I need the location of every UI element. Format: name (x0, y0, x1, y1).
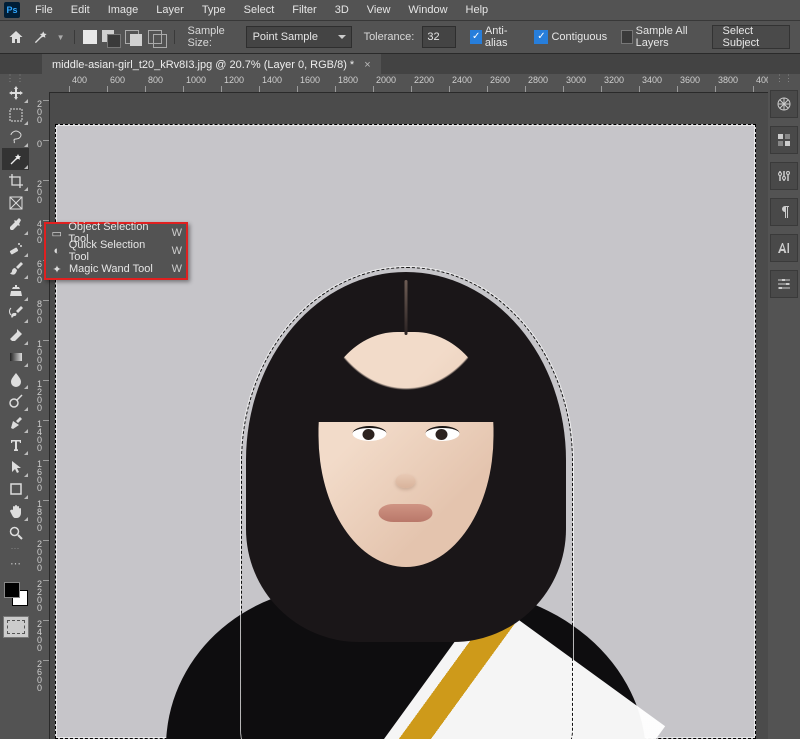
object-selection-icon: ▭ (50, 226, 63, 240)
sample-size-dropdown[interactable]: Point Sample (246, 26, 352, 48)
new-selection-icon[interactable] (83, 30, 97, 44)
menu-help[interactable]: Help (457, 4, 498, 16)
vertical-ruler[interactable]: 2000200400600800100012001400160018002000… (31, 92, 50, 739)
canvas[interactable] (55, 124, 756, 739)
swatches-panel-icon[interactable] (770, 126, 798, 154)
adjustments-panel-icon[interactable] (770, 162, 798, 190)
select-subject-button[interactable]: Select Subject (712, 25, 791, 49)
zoom-tool[interactable] (2, 522, 29, 544)
intersect-selection-icon[interactable] (148, 30, 166, 44)
pen-tool[interactable] (2, 412, 29, 434)
clone-stamp-tool[interactable] (2, 280, 29, 302)
foreground-background-swatch[interactable] (2, 580, 30, 608)
options-bar: ▼ Sample Size: Point Sample Tolerance: 3… (0, 21, 800, 54)
healing-brush-tool[interactable] (2, 236, 29, 258)
paragraph-panel-icon[interactable] (770, 198, 798, 226)
flyout-quick-selection[interactable]: ◐ Quick Selection Tool W (46, 242, 186, 260)
menu-layer[interactable]: Layer (147, 4, 193, 16)
color-panel-icon[interactable] (770, 90, 798, 118)
add-to-selection-icon[interactable] (102, 30, 120, 44)
menu-edit[interactable]: Edit (62, 4, 99, 16)
path-selection-tool[interactable] (2, 456, 29, 478)
gradient-tool[interactable] (2, 346, 29, 368)
dodge-tool[interactable] (2, 390, 29, 412)
document-tab-bar: middle-asian-girl_t20_kRv8I3.jpg @ 20.7%… (0, 54, 800, 76)
sample-size-label: Sample Size: (187, 25, 239, 49)
close-tab-icon[interactable]: × (364, 59, 370, 71)
toolbar-grip-icon[interactable]: ⋮⋮ (0, 74, 31, 82)
frame-tool[interactable] (2, 192, 29, 214)
brush-tool[interactable] (2, 258, 29, 280)
subtract-from-selection-icon[interactable] (125, 30, 143, 44)
magic-wand-tool[interactable] (2, 148, 29, 170)
dock-grip-icon[interactable]: ⋮⋮ (768, 74, 800, 82)
document-tab-label: middle-asian-girl_t20_kRv8I3.jpg @ 20.7%… (52, 59, 354, 71)
move-tool[interactable] (2, 82, 29, 104)
crop-tool[interactable] (2, 170, 29, 192)
quick-selection-icon: ◐ (50, 244, 64, 258)
shape-tool[interactable] (2, 478, 29, 500)
right-panel-dock: ⋮⋮ (767, 74, 800, 739)
blur-tool[interactable] (2, 368, 29, 390)
menu-window[interactable]: Window (399, 4, 456, 16)
app-logo: Ps (4, 2, 20, 18)
workspace: ⋮⋮ ⋯ ⋯ ⋮⋮ 4006 (0, 74, 800, 739)
quick-mask-toggle[interactable] (3, 616, 29, 638)
eyedropper-tool[interactable] (2, 214, 29, 236)
contiguous-checkbox[interactable]: ✓Contiguous (534, 30, 607, 44)
subject-selection-outline (241, 267, 573, 739)
menu-3d[interactable]: 3D (326, 4, 358, 16)
image-subject (191, 237, 621, 739)
document-tab[interactable]: middle-asian-girl_t20_kRv8I3.jpg @ 20.7%… (42, 54, 381, 76)
hand-tool[interactable] (2, 500, 29, 522)
menu-image[interactable]: Image (99, 4, 148, 16)
home-button[interactable] (6, 25, 25, 49)
tools-panel: ⋮⋮ ⋯ ⋯ (0, 74, 32, 739)
lasso-tool[interactable] (2, 126, 29, 148)
tolerance-label: Tolerance: (364, 31, 415, 43)
ruler-corner (31, 74, 50, 93)
menu-file[interactable]: File (26, 4, 62, 16)
edit-toolbar-button[interactable]: ⋯ (2, 552, 29, 574)
marquee-tool[interactable] (2, 104, 29, 126)
history-brush-tool[interactable] (2, 302, 29, 324)
menu-view[interactable]: View (358, 4, 400, 16)
horizontal-ruler[interactable]: 4006008001000120014001600180020002200240… (49, 74, 768, 93)
menu-filter[interactable]: Filter (283, 4, 325, 16)
toolbar-divider-icon: ⋯ (0, 544, 31, 552)
properties-panel-icon[interactable] (770, 270, 798, 298)
menu-bar: Ps File Edit Image Layer Type Select Fil… (0, 0, 800, 21)
tolerance-input[interactable]: 32 (422, 26, 456, 48)
chevron-down-icon[interactable]: ▼ (57, 33, 65, 42)
menu-select[interactable]: Select (235, 4, 284, 16)
magic-wand-icon: ✦ (50, 262, 64, 276)
antialias-checkbox[interactable]: ✓Anti-alias (470, 25, 520, 49)
character-panel-icon[interactable] (770, 234, 798, 262)
eraser-tool[interactable] (2, 324, 29, 346)
sample-all-layers-checkbox[interactable]: Sample All Layers (621, 25, 705, 49)
magic-wand-flyout: ▭ Object Selection Tool W ◐ Quick Select… (44, 222, 188, 280)
tool-preset-icon[interactable] (31, 25, 50, 49)
canvas-area: 4006008001000120014001600180020002200240… (31, 74, 768, 739)
type-tool[interactable] (2, 434, 29, 456)
menu-type[interactable]: Type (193, 4, 235, 16)
